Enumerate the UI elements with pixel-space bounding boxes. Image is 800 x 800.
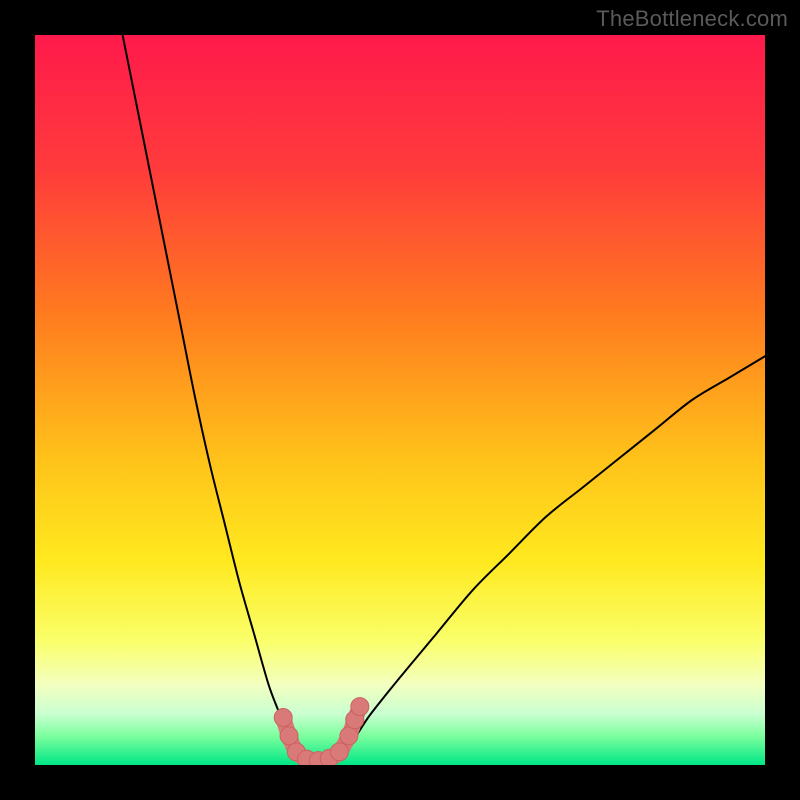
- valley-marker: [330, 743, 348, 761]
- watermark-text: TheBottleneck.com: [596, 6, 788, 32]
- chart-frame: TheBottleneck.com: [0, 0, 800, 800]
- valley-marker: [340, 727, 358, 745]
- valley-marker: [351, 698, 369, 716]
- valley-marker: [274, 709, 292, 727]
- bottleneck-plot: [35, 35, 765, 765]
- valley-marker: [280, 727, 298, 745]
